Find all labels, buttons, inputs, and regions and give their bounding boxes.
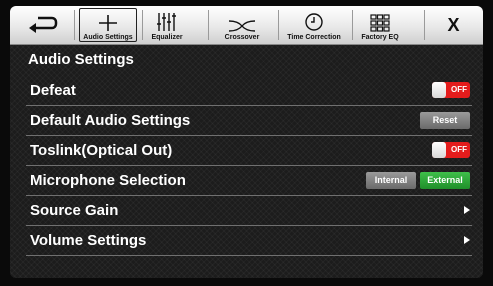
clock-icon [305, 13, 323, 31]
tab-divider [352, 10, 353, 40]
tab-time-correction[interactable]: Time Correction [280, 6, 348, 44]
tab-equalizer-label: Equalizer [151, 34, 183, 41]
crossover-icon [228, 20, 256, 32]
back-button[interactable] [14, 6, 72, 44]
tab-divider [208, 10, 209, 40]
crosshair-icon [99, 15, 117, 31]
close-icon: X [447, 14, 460, 35]
head-unit-frame: Audio Settings Equalizer Crossover Time … [0, 0, 493, 286]
tab-crossover[interactable]: Crossover [210, 6, 274, 44]
tab-equalizer[interactable]: Equalizer [144, 6, 190, 44]
tab-audio-settings[interactable]: Audio Settings [76, 6, 140, 44]
tab-crossover-label: Crossover [224, 34, 260, 41]
default-audio-settings-label: Default Audio Settings [30, 112, 191, 129]
audio-settings-screen: Audio Settings Equalizer Crossover Time … [10, 6, 483, 278]
toggle-state-label: OFF [451, 85, 467, 94]
tab-factory-eq[interactable]: Factory EQ [354, 6, 406, 44]
row-microphone-selection: Microphone Selection Internal External [26, 166, 472, 196]
volume-settings-label: Volume Settings [30, 232, 147, 249]
source-gain-label: Source Gain [30, 202, 119, 219]
close-button[interactable]: X [426, 6, 481, 44]
top-tab-bar: Audio Settings Equalizer Crossover Time … [10, 6, 483, 45]
row-volume-settings[interactable]: Volume Settings [26, 226, 472, 256]
tab-audio-settings-label: Audio Settings [83, 34, 133, 41]
grid-icon [370, 14, 390, 32]
row-toslink: Toslink(Optical Out) OFF [26, 136, 472, 166]
defeat-toggle[interactable]: OFF [432, 82, 470, 98]
toggle-state-label: OFF [451, 145, 467, 154]
toggle-knob [432, 142, 446, 158]
toslink-toggle[interactable]: OFF [432, 142, 470, 158]
equalizer-icon [157, 13, 176, 31]
tab-time-correction-label: Time Correction [287, 34, 341, 41]
tab-divider [278, 10, 279, 40]
tab-divider [74, 10, 75, 40]
chevron-right-icon [464, 236, 470, 244]
row-default-audio-settings: Default Audio Settings Reset [26, 106, 472, 136]
toslink-label: Toslink(Optical Out) [30, 142, 173, 159]
external-mic-button[interactable]: External [420, 172, 470, 189]
tab-divider [142, 10, 143, 40]
chevron-right-icon [464, 206, 470, 214]
defeat-label: Defeat [30, 82, 76, 99]
toggle-knob [432, 82, 446, 98]
internal-mic-button[interactable]: Internal [366, 172, 416, 189]
row-source-gain[interactable]: Source Gain [26, 196, 472, 226]
page-title: Audio Settings [28, 51, 134, 68]
row-defeat: Defeat OFF [26, 76, 472, 106]
tab-divider [424, 10, 425, 40]
tab-factory-eq-label: Factory EQ [361, 34, 399, 41]
back-icon [29, 16, 58, 33]
microphone-selection-label: Microphone Selection [30, 172, 186, 189]
reset-button[interactable]: Reset [420, 112, 470, 129]
